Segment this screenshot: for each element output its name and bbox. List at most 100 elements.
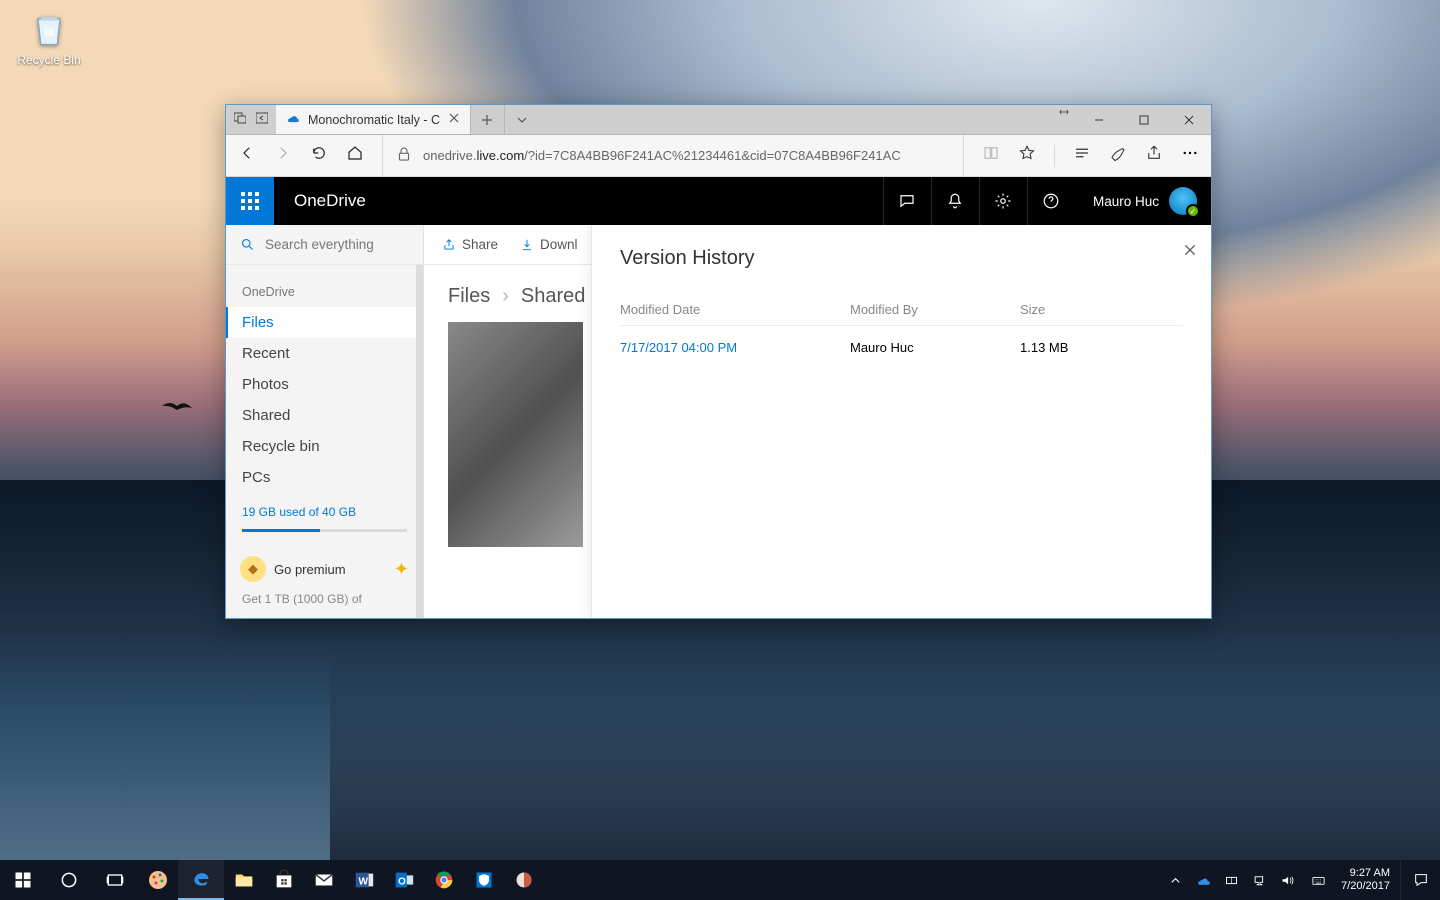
recycle-bin-icon[interactable]: Recycle Bin xyxy=(12,6,86,67)
divider xyxy=(1054,145,1055,167)
storage-text: 19 GB used of 40 GB xyxy=(226,493,423,523)
onedrive-favicon-icon xyxy=(286,111,300,128)
table-row[interactable]: 7/17/2017 04:00 PM Mauro Huc 1.13 MB xyxy=(620,326,1183,369)
resize-handle-icon[interactable] xyxy=(1052,105,1076,134)
version-author: Mauro Huc xyxy=(850,340,1020,355)
share-icon[interactable] xyxy=(1145,144,1163,167)
svg-text:O: O xyxy=(398,877,406,888)
favorite-star-icon[interactable] xyxy=(1018,144,1036,167)
browser-tab[interactable]: Monochromatic Italy - C xyxy=(276,105,471,134)
tab-preview-icon[interactable] xyxy=(234,111,246,129)
sidebar-item-photos[interactable]: Photos xyxy=(226,369,423,400)
version-size: 1.13 MB xyxy=(1020,340,1183,355)
hub-icon[interactable] xyxy=(1073,144,1091,167)
clock-time: 9:27 AM xyxy=(1341,867,1390,880)
search-placeholder: Search everything xyxy=(265,237,374,252)
taskbar-app-security[interactable] xyxy=(464,860,504,900)
url-field[interactable]: onedrive.live.com/?id=7C8A4BB96F241AC%21… xyxy=(382,135,964,176)
avatar: ✓ xyxy=(1169,187,1197,215)
version-history-panel: Version History Modified Date Modified B… xyxy=(591,225,1211,618)
taskbar-app-generic[interactable] xyxy=(504,860,544,900)
breadcrumb-root[interactable]: Files xyxy=(448,285,490,308)
set-aside-tabs-icon[interactable] xyxy=(256,111,268,129)
taskbar: W O 9:27 AM 7/20/2017 xyxy=(0,860,1440,900)
tray-volume-icon[interactable] xyxy=(1273,860,1301,900)
col-modified-by: Modified By xyxy=(850,302,1020,317)
version-table: Modified Date Modified By Size 7/17/2017… xyxy=(620,294,1183,369)
col-size: Size xyxy=(1020,302,1183,317)
close-window-button[interactable] xyxy=(1166,105,1211,134)
sidebar-item-recycle[interactable]: Recycle bin xyxy=(226,431,423,462)
tray-onedrive-icon[interactable] xyxy=(1189,860,1217,900)
more-icon[interactable] xyxy=(1181,144,1199,167)
taskbar-app-outlook[interactable]: O xyxy=(384,860,424,900)
onedrive-header: OneDrive Mauro Huc ✓ xyxy=(226,177,1211,225)
tray-overflow-icon[interactable] xyxy=(1161,860,1189,900)
reading-view-icon[interactable] xyxy=(982,144,1000,167)
diamond-icon: ◆ xyxy=(240,556,266,582)
taskbar-app-word[interactable]: W xyxy=(344,860,384,900)
start-button[interactable] xyxy=(0,860,46,900)
taskbar-app-chrome[interactable] xyxy=(424,860,464,900)
onedrive-body: Search everything OneDrive Files Recent … xyxy=(226,225,1211,618)
forward-button[interactable] xyxy=(274,144,292,167)
tray-keyboard-icon[interactable] xyxy=(1301,860,1335,900)
sidebar-item-files[interactable]: Files xyxy=(226,307,423,338)
search-box[interactable]: Search everything xyxy=(226,225,423,265)
version-date-link[interactable]: 7/17/2017 04:00 PM xyxy=(620,340,850,355)
user-name: Mauro Huc xyxy=(1093,194,1159,209)
tab-title: Monochromatic Italy - C xyxy=(308,113,440,127)
home-button[interactable] xyxy=(346,144,364,167)
tray-input-icon[interactable] xyxy=(1217,860,1245,900)
sidebar-item-shared[interactable]: Shared xyxy=(226,400,423,431)
taskbar-app-edge[interactable] xyxy=(178,860,224,900)
taskbar-app-paint[interactable] xyxy=(138,860,178,900)
tabs-dropdown-icon[interactable] xyxy=(505,105,539,134)
settings-button[interactable] xyxy=(979,177,1027,225)
address-bar: onedrive.live.com/?id=7C8A4BB96F241AC%21… xyxy=(226,135,1211,177)
sidebar-group-title: OneDrive xyxy=(226,265,423,307)
close-tab-icon[interactable] xyxy=(448,112,460,127)
premium-subtext: Get 1 TB (1000 GB) of xyxy=(226,588,423,606)
skype-button[interactable] xyxy=(883,177,931,225)
close-panel-button[interactable] xyxy=(1183,243,1197,262)
url-text: onedrive.live.com/?id=7C8A4BB96F241AC%21… xyxy=(423,148,901,163)
image-thumbnail[interactable] xyxy=(448,322,583,547)
taskbar-app-store[interactable] xyxy=(264,860,304,900)
tray-network-icon[interactable] xyxy=(1245,860,1273,900)
bird-silhouette xyxy=(162,400,192,414)
web-note-icon[interactable] xyxy=(1109,144,1127,167)
notifications-button[interactable] xyxy=(931,177,979,225)
taskbar-app-mail[interactable] xyxy=(304,860,344,900)
clock-date: 7/20/2017 xyxy=(1341,880,1390,893)
minimize-button[interactable] xyxy=(1076,105,1121,134)
svg-text:W: W xyxy=(359,877,369,888)
onedrive-title: OneDrive xyxy=(274,177,386,225)
desktop: Recycle Bin Monochromatic Italy - C xyxy=(0,0,1440,900)
table-header: Modified Date Modified By Size xyxy=(620,294,1183,326)
beach xyxy=(330,640,1440,860)
action-center-button[interactable] xyxy=(1400,860,1440,900)
taskbar-clock[interactable]: 9:27 AM 7/20/2017 xyxy=(1335,867,1400,892)
refresh-button[interactable] xyxy=(310,144,328,167)
user-menu[interactable]: Mauro Huc ✓ xyxy=(1075,177,1211,225)
premium-label: Go premium xyxy=(274,562,346,577)
edge-window: Monochromatic Italy - C xyxy=(225,104,1212,619)
taskbar-app-explorer[interactable] xyxy=(224,860,264,900)
cortana-button[interactable] xyxy=(46,860,92,900)
maximize-button[interactable] xyxy=(1121,105,1166,134)
presence-badge: ✓ xyxy=(1186,204,1200,218)
tab-strip: Monochromatic Italy - C xyxy=(226,105,1211,135)
sidebar-item-recent[interactable]: Recent xyxy=(226,338,423,369)
new-tab-button[interactable] xyxy=(471,105,505,134)
breadcrumb-current[interactable]: Shared xyxy=(521,285,586,308)
go-premium-button[interactable]: ◆ Go premium ✦ xyxy=(236,550,413,588)
app-launcher-button[interactable] xyxy=(226,177,274,225)
back-button[interactable] xyxy=(238,144,256,167)
download-button[interactable]: Downl xyxy=(520,237,578,252)
sparkle-icon: ✦ xyxy=(394,559,409,580)
share-button[interactable]: Share xyxy=(442,237,498,252)
task-view-button[interactable] xyxy=(92,860,138,900)
help-button[interactable] xyxy=(1027,177,1075,225)
sidebar-item-pcs[interactable]: PCs xyxy=(226,462,423,493)
